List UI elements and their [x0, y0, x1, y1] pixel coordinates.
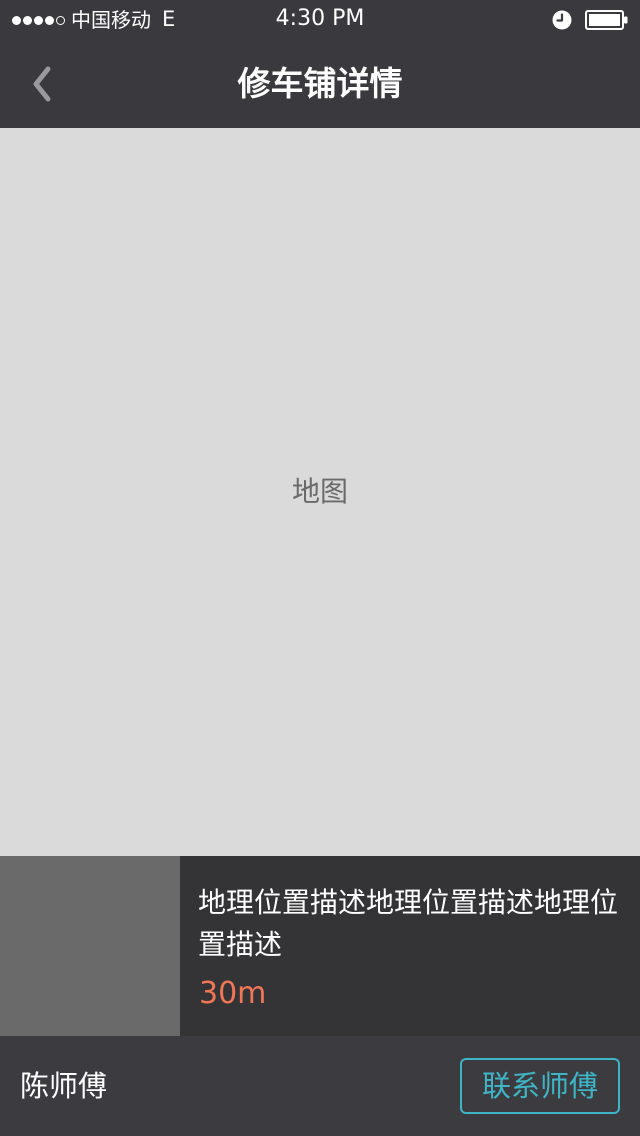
chevron-left-icon [33, 66, 51, 102]
status-time: 4:30 PM [275, 6, 365, 31]
map-placeholder-label: 地图 [291, 475, 348, 508]
map-view[interactable]: 地图 [0, 128, 640, 856]
location-description: 地理位置描述地理位置描述地理位置描述 [198, 886, 619, 961]
distance-label: 30m [199, 976, 267, 1011]
page-title: 修车铺详情 [237, 64, 403, 103]
status-bar: 中国移动 E 4:30 PM [0, 0, 640, 40]
navigation-bar: 修车铺详情 [0, 40, 640, 128]
battery-icon [585, 10, 628, 30]
master-name: 陈师傅 [20, 1069, 108, 1103]
contact-master-button[interactable]: 联系师傅 [460, 1058, 620, 1114]
back-button[interactable] [16, 60, 68, 108]
shop-info-card: 地理位置描述地理位置描述地理位置描述 30m [0, 856, 640, 1036]
bottom-action-bar: 陈师傅 联系师傅 [0, 1036, 640, 1136]
shop-thumbnail [0, 856, 180, 1036]
clock-icon [552, 10, 572, 30]
screen: 中国移动 E 4:30 PM 修车铺详情 地图 地理位置描述地理位置描述地理位置… [0, 0, 640, 1136]
